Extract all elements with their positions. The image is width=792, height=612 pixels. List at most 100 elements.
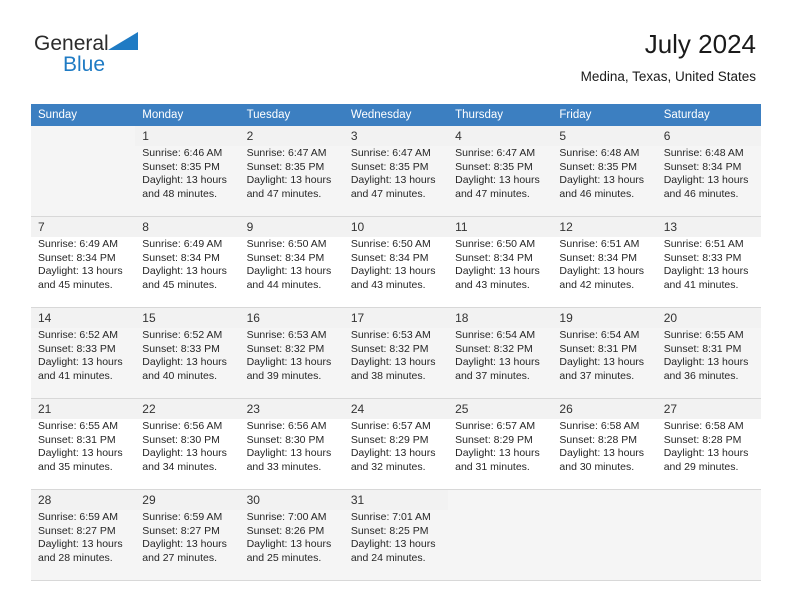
daylight-text-line1: Daylight: 13 hours	[142, 265, 227, 278]
day-number: 14	[38, 311, 52, 325]
calendar-day-cell[interactable]: 2 Sunrise: 6:47 AM Sunset: 8:35 PM Daylight…	[239, 126, 344, 217]
daylight-text-line2: and 45 minutes.	[38, 278, 113, 291]
calendar-cell-empty	[31, 126, 136, 217]
day-number: 29	[142, 493, 156, 507]
calendar-day-cell[interactable]: 30 Sunrise: 7:00 AM Sunset: 8:26 PM Dayligh…	[239, 489, 344, 581]
sunrise-text: Sunrise: 6:58 AM	[663, 420, 744, 432]
day-sun-info: Sunrise: 6:49 AM Sunset: 8:34 PM Daylight:…	[38, 238, 128, 292]
day-number: 20	[663, 311, 678, 325]
daylight-text-line1: Daylight: 13 hours	[350, 174, 436, 187]
calendar-day-cell[interactable]: 23 Sunrise: 6:56 AM Sunset: 8:30 PM Dayligh…	[239, 398, 344, 490]
sunset-text: Sunset: 8:32 PM	[246, 342, 325, 355]
calendar-day-cell[interactable]: 6 Sunrise: 6:48 AM Sunset: 8:34 PM Daylight…	[656, 126, 761, 217]
sunrise-text: Sunrise: 6:52 AM	[142, 329, 223, 341]
sunset-text: Sunset: 8:31 PM	[663, 342, 742, 355]
calendar-day-cell[interactable]: 24 Sunrise: 6:57 AM Sunset: 8:29 PM Dayligh…	[343, 398, 449, 490]
sunset-text: Sunset: 8:35 PM	[455, 160, 533, 173]
calendar-cell-empty	[448, 489, 553, 581]
weekday-header-sunday: Sunday	[31, 104, 136, 126]
calendar-day-cell[interactable]: 14 Sunrise: 6:52 AM Sunset: 8:33 PM Dayligh…	[31, 307, 136, 399]
calendar-day-cell[interactable]: 16 Sunrise: 6:53 AM Sunset: 8:32 PM Dayligh…	[239, 307, 344, 399]
daylight-text-line1: Daylight: 13 hours	[350, 447, 436, 460]
day-sun-info: Sunrise: 7:00 AM Sunset: 8:26 PM Daylight:…	[247, 511, 337, 565]
sunrise-text: Sunrise: 6:49 AM	[142, 238, 223, 250]
calendar-week-row: 1 Sunrise: 6:46 AM Sunset: 8:35 PM Daylight…	[31, 126, 761, 217]
sunrise-text: Sunrise: 6:53 AM	[246, 329, 327, 341]
day-number: 13	[663, 220, 678, 234]
daylight-text-line2: and 33 minutes.	[246, 460, 322, 473]
calendar-day-cell[interactable]: 18 Sunrise: 6:54 AM Sunset: 8:32 PM Dayligh…	[448, 307, 553, 399]
sunset-text: Sunset: 8:29 PM	[350, 433, 429, 446]
daylight-text-line2: and 38 minutes.	[350, 369, 426, 382]
calendar-day-cell[interactable]: 10 Sunrise: 6:50 AM Sunset: 8:34 PM Dayligh…	[343, 216, 449, 308]
day-number: 19	[559, 311, 573, 325]
daylight-text-line1: Daylight: 13 hours	[559, 265, 645, 278]
day-number: 17	[350, 311, 365, 325]
day-sun-info: Sunrise: 6:48 AM Sunset: 8:35 PM Daylight:…	[559, 147, 649, 201]
day-sun-info: Sunrise: 6:53 AM Sunset: 8:32 PM Daylight:…	[351, 329, 441, 383]
calendar-day-cell[interactable]: 20 Sunrise: 6:55 AM Sunset: 8:31 PM Dayligh…	[656, 307, 761, 399]
calendar-day-cell[interactable]: 17 Sunrise: 6:53 AM Sunset: 8:32 PM Dayligh…	[343, 307, 449, 399]
daylight-text-line2: and 30 minutes.	[559, 460, 635, 473]
day-number: 22	[142, 402, 156, 416]
sunrise-text: Sunrise: 6:56 AM	[246, 420, 327, 432]
calendar-day-cell[interactable]: 19 Sunrise: 6:54 AM Sunset: 8:31 PM Dayligh…	[552, 307, 657, 399]
daylight-text-line2: and 28 minutes.	[38, 551, 113, 564]
daylight-text-line2: and 42 minutes.	[559, 278, 635, 291]
daylight-text-line2: and 46 minutes.	[559, 187, 635, 200]
calendar-day-cell[interactable]: 28 Sunrise: 6:59 AM Sunset: 8:27 PM Dayligh…	[31, 489, 136, 581]
sunset-text: Sunset: 8:35 PM	[142, 160, 220, 173]
calendar-day-cell[interactable]: 7 Sunrise: 6:49 AM Sunset: 8:34 PM Daylight…	[31, 216, 136, 308]
day-number: 21	[38, 402, 52, 416]
daylight-text-line2: and 45 minutes.	[142, 278, 217, 291]
calendar-day-cell[interactable]: 13 Sunrise: 6:51 AM Sunset: 8:33 PM Dayligh…	[656, 216, 761, 308]
calendar-day-cell[interactable]: 12 Sunrise: 6:51 AM Sunset: 8:34 PM Dayligh…	[552, 216, 657, 308]
sunset-text: Sunset: 8:34 PM	[350, 251, 429, 264]
daylight-text-line2: and 37 minutes.	[559, 369, 635, 382]
daylight-text-line1: Daylight: 13 hours	[38, 265, 123, 278]
sunset-text: Sunset: 8:33 PM	[663, 251, 742, 264]
daylight-text-line2: and 44 minutes.	[246, 278, 322, 291]
calendar-cell-empty	[552, 489, 657, 581]
day-sun-info: Sunrise: 6:56 AM Sunset: 8:30 PM Daylight:…	[142, 420, 232, 474]
day-sun-info: Sunrise: 6:54 AM Sunset: 8:31 PM Daylight:…	[559, 329, 649, 383]
day-cell-inner	[657, 490, 761, 580]
sunrise-text: Sunrise: 6:48 AM	[559, 147, 640, 159]
calendar-day-cell[interactable]: 22 Sunrise: 6:56 AM Sunset: 8:30 PM Dayligh…	[135, 398, 240, 490]
calendar-day-cell[interactable]: 31 Sunrise: 7:01 AM Sunset: 8:25 PM Dayligh…	[343, 489, 449, 581]
day-number: 23	[246, 402, 260, 416]
daylight-text-line1: Daylight: 13 hours	[142, 538, 227, 551]
daylight-text-line1: Daylight: 13 hours	[559, 356, 645, 369]
day-cell-inner: 25 Sunrise: 6:57 AM Sunset: 8:29 PM Dayligh…	[448, 399, 553, 489]
day-number: 2	[246, 129, 254, 143]
calendar-day-cell[interactable]: 5 Sunrise: 6:48 AM Sunset: 8:35 PM Daylight…	[552, 126, 657, 217]
calendar-day-cell[interactable]: 11 Sunrise: 6:50 AM Sunset: 8:34 PM Dayligh…	[448, 216, 553, 308]
calendar-day-cell[interactable]: 25 Sunrise: 6:57 AM Sunset: 8:29 PM Dayligh…	[448, 398, 553, 490]
day-number: 18	[455, 311, 469, 325]
calendar-day-cell[interactable]: 29 Sunrise: 6:59 AM Sunset: 8:27 PM Dayligh…	[135, 489, 240, 581]
calendar-day-cell[interactable]: 3 Sunrise: 6:47 AM Sunset: 8:35 PM Daylight…	[343, 126, 449, 217]
triangle-icon	[106, 30, 140, 57]
day-sun-info: Sunrise: 6:53 AM Sunset: 8:32 PM Daylight:…	[247, 329, 337, 383]
calendar-day-cell[interactable]: 21 Sunrise: 6:55 AM Sunset: 8:31 PM Dayligh…	[31, 398, 136, 490]
calendar-day-cell[interactable]: 27 Sunrise: 6:58 AM Sunset: 8:28 PM Dayligh…	[656, 398, 761, 490]
calendar-day-cell[interactable]: 15 Sunrise: 6:52 AM Sunset: 8:33 PM Dayligh…	[135, 307, 240, 399]
sunrise-text: Sunrise: 6:50 AM	[350, 238, 431, 250]
calendar-day-cell[interactable]: 1 Sunrise: 6:46 AM Sunset: 8:35 PM Daylight…	[135, 126, 240, 217]
page-title: July 2024	[644, 29, 756, 59]
general-blue-logo[interactable]: General Blue	[34, 30, 214, 82]
day-number: 9	[246, 220, 254, 234]
calendar-day-cell[interactable]: 9 Sunrise: 6:50 AM Sunset: 8:34 PM Daylight…	[239, 216, 344, 308]
location-subtitle: Medina, Texas, United States	[580, 69, 756, 84]
sunset-text: Sunset: 8:30 PM	[142, 433, 220, 446]
day-cell-inner: 29 Sunrise: 6:59 AM Sunset: 8:27 PM Dayligh…	[135, 490, 240, 580]
daylight-text-line1: Daylight: 13 hours	[663, 356, 749, 369]
sunset-text: Sunset: 8:26 PM	[246, 524, 325, 537]
calendar-day-cell[interactable]: 8 Sunrise: 6:49 AM Sunset: 8:34 PM Daylight…	[135, 216, 240, 308]
calendar-week-row: 28 Sunrise: 6:59 AM Sunset: 8:27 PM Dayligh…	[31, 489, 761, 581]
day-cell-inner: 12 Sunrise: 6:51 AM Sunset: 8:34 PM Dayligh…	[552, 217, 657, 307]
calendar-day-cell[interactable]: 26 Sunrise: 6:58 AM Sunset: 8:28 PM Dayligh…	[552, 398, 657, 490]
weekday-header-wednesday: Wednesday	[343, 104, 449, 126]
calendar-day-cell[interactable]: 4 Sunrise: 6:47 AM Sunset: 8:35 PM Daylight…	[448, 126, 553, 217]
day-sun-info: Sunrise: 6:52 AM Sunset: 8:33 PM Daylight:…	[142, 329, 232, 383]
